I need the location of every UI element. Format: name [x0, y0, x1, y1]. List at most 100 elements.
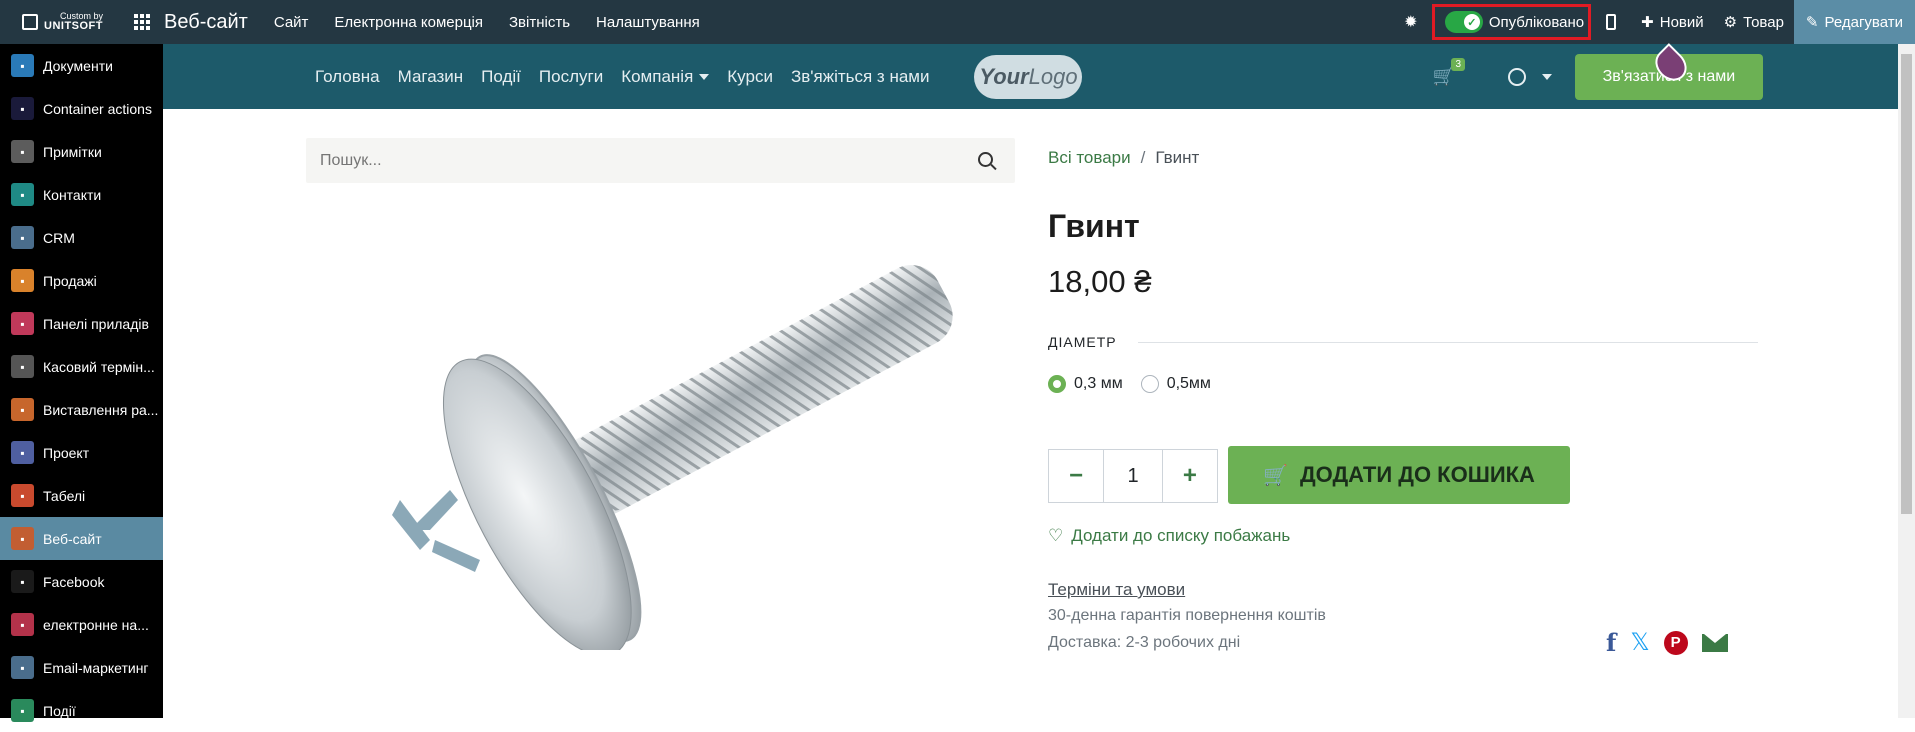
sidebar-item[interactable]: ▪ Email-маркетинг	[0, 646, 163, 689]
cart-icon[interactable]: 🛒 3	[1432, 58, 1466, 87]
add-to-cart-label: ДОДАТИ ДО КОШИКА	[1299, 462, 1535, 487]
notes-icon: ▪	[11, 140, 34, 163]
sidebar-item[interactable]: ▪ Панелі приладів	[0, 302, 163, 345]
sidebar-item[interactable]: ▪ Касовий термін...	[0, 345, 163, 388]
crm-icon: ▪	[11, 226, 34, 249]
sidebar-item[interactable]: ▪ Виставлення ра...	[0, 388, 163, 431]
quantity-input[interactable]: 1	[1103, 450, 1163, 502]
sidebar-item[interactable]: ▪ CRM	[0, 216, 163, 259]
sidebar-item[interactable]: ▪ електронне на...	[0, 603, 163, 646]
sidebar-item[interactable]: ▪ Веб-сайт	[0, 517, 163, 560]
wishlist-label: Додати до списку побажань	[1071, 526, 1291, 545]
scrollbar-thumb[interactable]	[1901, 54, 1912, 514]
sidebar-item[interactable]: ▪ Табелі	[0, 474, 163, 517]
sidebar-item-label: Табелі	[43, 487, 86, 504]
nav-events[interactable]: Події	[481, 67, 521, 87]
sidebar-item[interactable]: ▪ Container actions	[0, 87, 163, 130]
option-label: 0,5мм	[1166, 375, 1211, 392]
facebook-share-icon[interactable]: f	[1606, 628, 1616, 657]
sidebar-item[interactable]: ▪ Проект	[0, 431, 163, 474]
check-icon: ✓	[1463, 14, 1480, 30]
apps-menu-icon[interactable]	[128, 0, 156, 44]
brand-logo[interactable]: Custom by UNITSOFT	[0, 0, 108, 44]
gear-icon: ⚙	[1723, 14, 1738, 31]
brand-big-text: UNITSOFT	[44, 20, 103, 32]
scrollbar[interactable]	[1898, 44, 1915, 718]
caret-down-icon	[1541, 73, 1552, 80]
breadcrumb-all-products[interactable]: Всі товари	[1048, 148, 1131, 168]
nav-company-label: Компанія	[621, 66, 694, 86]
pencil-icon: ✎	[1805, 14, 1819, 31]
edit-button[interactable]: ✎ Редагувати	[1793, 0, 1915, 44]
logo-text-b: Logo	[1028, 63, 1078, 89]
caret-down-icon	[699, 74, 710, 81]
option-0-3mm[interactable]: 0,3 мм	[1048, 375, 1123, 393]
mobile-preview-icon[interactable]	[1591, 14, 1631, 30]
minus-button[interactable]: −	[1049, 450, 1103, 502]
product-image-screw	[392, 265, 953, 650]
sidebar-item-label: Веб-сайт	[43, 530, 102, 547]
sidebar-item[interactable]: ▪ Продажі	[0, 259, 163, 302]
nav-services[interactable]: Послуги	[539, 67, 603, 87]
product-label: Товар	[1743, 13, 1784, 31]
sidebar-item-label: Контакти	[43, 186, 102, 203]
contacts-icon: ▪	[11, 183, 34, 206]
email-share-icon[interactable]	[1701, 633, 1728, 652]
app-name: Веб-сайт	[164, 10, 248, 33]
sidebar-item-label: Проект	[43, 444, 90, 461]
sidebar-item-label: Панелі приладів	[43, 315, 149, 332]
sidebar: ▪ Документи ▪ Container actions ▪ Примітки ▪ Ко…	[0, 44, 163, 722]
new-button[interactable]: ✚ Новий	[1631, 0, 1713, 44]
elearning-icon: ▪	[11, 613, 34, 636]
edit-label: Редагувати	[1824, 13, 1904, 31]
breadcrumb: Всі товари / Гвинт	[1048, 148, 1199, 168]
sidebar-item[interactable]: ▪ Facebook	[0, 560, 163, 603]
topmenu-reporting[interactable]: Звітність	[509, 14, 570, 31]
topmenu-site[interactable]: Сайт	[274, 14, 309, 31]
product-price: 18,00 ₴	[1048, 264, 1152, 299]
x-share-icon[interactable]: 𝕏	[1630, 628, 1649, 657]
site-logo[interactable]: Your Logo	[974, 54, 1083, 99]
website-navbar: Головна Магазин Події Послуги Компанія К…	[163, 42, 1898, 109]
sidebar-item-label: CRM	[43, 229, 75, 246]
nav-home[interactable]: Головна	[315, 67, 380, 87]
documents-icon: ▪	[11, 54, 34, 77]
invoicing-icon: ▪	[11, 398, 34, 421]
contact-us-button[interactable]: Зв'язатися з нами	[1574, 42, 1763, 100]
nav-contact[interactable]: Зв'яжіться з нами	[791, 67, 930, 87]
publish-toggle[interactable]: ✓ Опубліковано	[1431, 4, 1592, 40]
topmenu-ecommerce[interactable]: Електронна комерція	[334, 14, 483, 31]
user-menu[interactable]	[1507, 67, 1552, 86]
pinterest-share-icon[interactable]: P	[1663, 630, 1688, 655]
nav-shop[interactable]: Магазин	[398, 67, 464, 87]
toggle-switch[interactable]: ✓	[1444, 11, 1483, 33]
cart-count-badge: 3	[1451, 58, 1466, 71]
sidebar-item[interactable]: ▪ Документи	[0, 44, 163, 87]
email-marketing-icon: ▪	[11, 656, 34, 679]
radio-checked[interactable]	[1048, 375, 1066, 393]
project-icon: ▪	[11, 441, 34, 464]
radio-unchecked[interactable]	[1140, 375, 1159, 393]
attribute-label: ДІАМЕТР	[1048, 334, 1117, 350]
product-settings-button[interactable]: ⚙ Товар	[1714, 0, 1794, 44]
share-buttons: f 𝕏 P	[1606, 628, 1728, 657]
quantity-stepper: − 1 +	[1048, 449, 1218, 503]
product-search	[306, 138, 1015, 183]
sidebar-item-label: Container actions	[43, 100, 152, 117]
search-input[interactable]	[320, 151, 940, 170]
search-icon[interactable]	[978, 152, 993, 167]
plus-button[interactable]: +	[1163, 450, 1217, 502]
sidebar-item[interactable]: ▪ Події	[0, 689, 163, 732]
dashboard-icon: ▪	[11, 312, 34, 335]
add-to-cart-button[interactable]: 🛒 ДОДАТИ ДО КОШИКА	[1228, 446, 1570, 504]
attribute-divider	[1138, 342, 1758, 343]
sidebar-item[interactable]: ▪ Примітки	[0, 130, 163, 173]
nav-company-dropdown[interactable]: Компанія	[621, 66, 710, 87]
terms-link[interactable]: Терміни та умови	[1048, 580, 1185, 600]
sidebar-item[interactable]: ▪ Контакти	[0, 173, 163, 216]
topmenu-settings[interactable]: Налаштування	[596, 14, 700, 31]
add-to-wishlist-link[interactable]: ♡ Додати до списку побажань	[1048, 526, 1290, 546]
debug-bug-icon[interactable]: ✹	[1390, 12, 1432, 32]
nav-courses[interactable]: Курси	[727, 67, 773, 87]
option-0-5mm[interactable]: 0,5мм	[1140, 375, 1211, 393]
